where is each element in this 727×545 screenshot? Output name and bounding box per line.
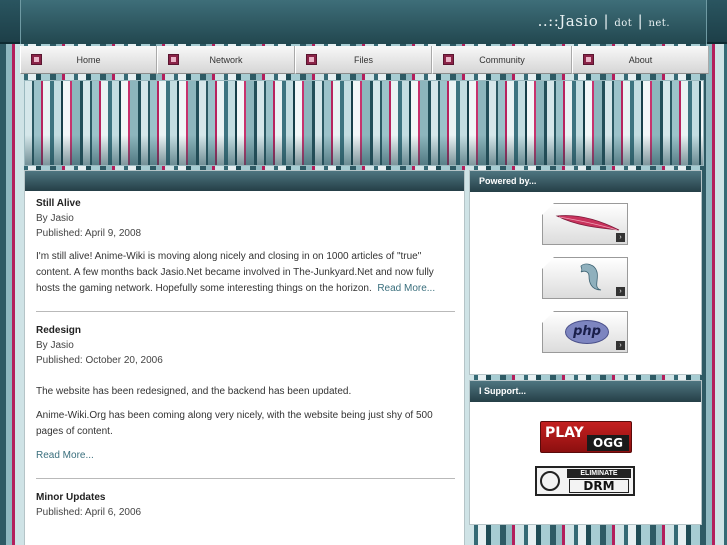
page-icon (443, 54, 454, 65)
post-divider (36, 311, 455, 312)
post-title[interactable]: Redesign (36, 324, 453, 338)
play-ogg-play-text: PLAY (545, 425, 584, 441)
post-body: I'm still alive! Anime-Wiki is moving al… (36, 249, 454, 297)
nav-label: Network (209, 54, 243, 65)
logo-dot: dot (614, 18, 633, 29)
nav-label: About (628, 54, 653, 65)
logo-net: net. (648, 18, 670, 29)
post-date: Published: October 20, 2006 (36, 355, 163, 366)
powered-by-title: Powered by... (470, 171, 701, 192)
nav-item-network[interactable]: Network (157, 46, 295, 74)
nav-item-files[interactable]: Files (295, 46, 432, 74)
page-icon (31, 54, 42, 65)
play-ogg-badge[interactable]: PLAY OGG (540, 421, 632, 453)
post-body: Read More... (36, 448, 454, 464)
apache-feather-icon (555, 215, 620, 231)
main-content: Still Alive By Jasio Published: April 9,… (24, 170, 465, 545)
post-paragraph: Anime-Wiki.Org has been coming along ver… (36, 410, 433, 437)
post-date: Published: April 9, 2008 (36, 228, 142, 239)
post-date: Published: April 6, 2006 (36, 507, 142, 518)
php-logo: php (565, 320, 609, 344)
post-title[interactable]: Still Alive (36, 197, 453, 211)
main-header-bar (25, 171, 464, 191)
post-minor-updates: Minor Updates Published: April 6, 2006 (25, 491, 464, 520)
mysql-dolphin-icon (580, 263, 602, 291)
post-paragraph: The website has been redesigned, and the… (36, 386, 352, 397)
i-support-title: I Support... (470, 381, 701, 402)
site-logo[interactable]: ..::Jasio | dot | net. (538, 12, 670, 30)
nav-item-home[interactable]: Home (20, 46, 157, 74)
play-ogg-ogg-text: OGG (587, 435, 629, 451)
page-icon (168, 54, 179, 65)
striped-banner (24, 80, 704, 166)
nav-label: Community (479, 54, 525, 65)
header-band: ..::Jasio | dot | net. (0, 0, 727, 44)
powered-by-box: Powered by... › › php › (469, 170, 702, 375)
post-author: By Jasio (36, 340, 74, 351)
logo-prefix: ..::Jasio (537, 12, 599, 30)
page-icon (306, 54, 317, 65)
drm-circle-icon (540, 471, 560, 491)
drm-text: DRM (569, 479, 629, 493)
post-paragraph: I'm still alive! Anime-Wiki is moving al… (36, 251, 434, 294)
post-redesign: Redesign By Jasio Published: October 20,… (25, 324, 464, 479)
arrow-icon: › (616, 233, 625, 242)
eliminate-drm-badge[interactable]: ELIMINATE DRM (535, 466, 635, 496)
mysql-dolphin-badge[interactable]: › (542, 257, 628, 299)
read-more-link[interactable]: Read More... (36, 450, 94, 461)
post-divider (36, 478, 455, 479)
arrow-icon: › (616, 287, 625, 296)
apache-feather-badge[interactable]: › (542, 203, 628, 245)
post-still-alive: Still Alive By Jasio Published: April 9,… (25, 191, 464, 312)
arrow-icon: › (616, 341, 625, 350)
i-support-box: I Support... PLAY OGG ELIMINATE DRM (469, 380, 702, 525)
nav-item-community[interactable]: Community (432, 46, 572, 74)
read-more-link[interactable]: Read More... (377, 283, 435, 294)
post-title[interactable]: Minor Updates (36, 491, 453, 505)
main-nav: Home Network Files Community About (20, 46, 709, 74)
page-icon (583, 54, 594, 65)
drm-eliminate-text: ELIMINATE (567, 469, 631, 478)
nav-label: Home (76, 54, 101, 65)
nav-item-about[interactable]: About (572, 46, 709, 74)
php-badge[interactable]: php › (542, 311, 628, 353)
nav-label: Files (353, 54, 373, 65)
header-inner: ..::Jasio | dot | net. (20, 0, 707, 44)
post-author: By Jasio (36, 213, 74, 224)
